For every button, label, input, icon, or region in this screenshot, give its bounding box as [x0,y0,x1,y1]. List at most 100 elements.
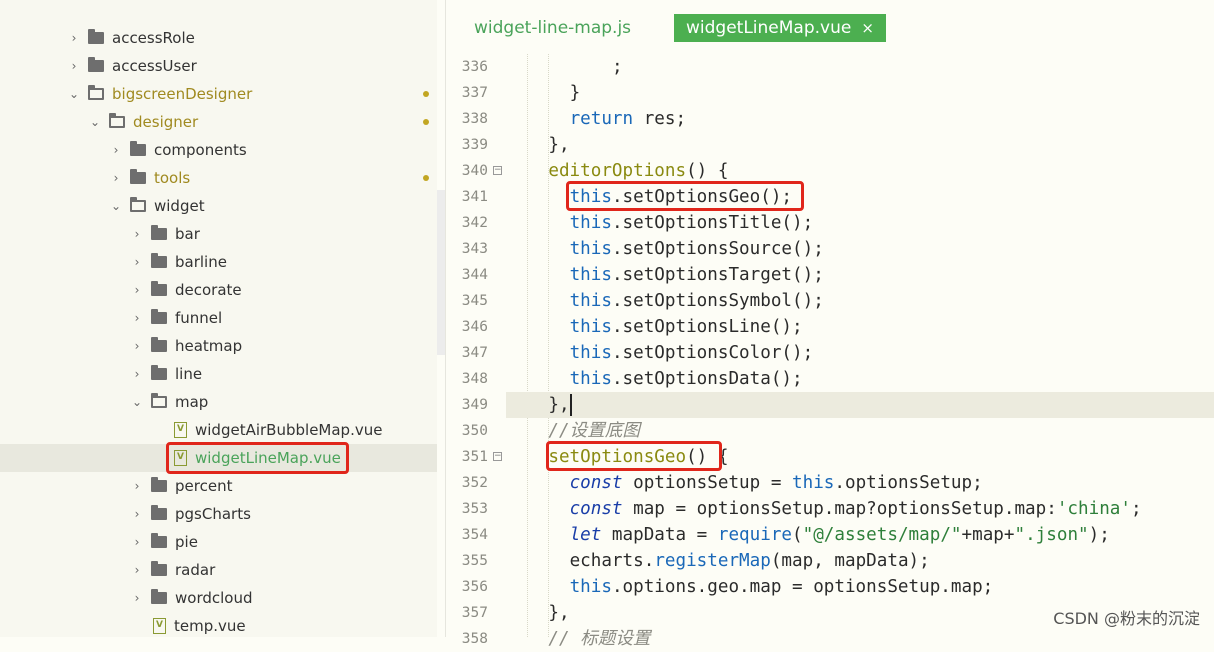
line-number: 346 [461,319,488,335]
line-number: 353 [461,501,488,517]
highlight-box [546,441,722,471]
tab-widgetlinemap-vue[interactable]: widgetLineMap.vue × [674,14,886,42]
tree-item-designer[interactable]: ⌄ designer [0,108,437,136]
tree-item-widget[interactable]: ⌄ widget [0,192,437,220]
code-line: this.setOptionsColor(); [569,343,814,363]
folder-icon [88,57,104,72]
line-number: 354 [461,527,488,543]
folder-icon [151,309,167,324]
chevron-right-icon[interactable]: › [131,591,143,605]
code-line: this.setOptionsSource(); [569,239,824,259]
code-line: // 标题设置 [548,629,651,649]
chevron-right-icon[interactable]: › [131,479,143,493]
text-cursor [569,394,572,416]
tree-item-components[interactable]: › components [0,136,437,164]
tree-item-widgetairbubblemap[interactable]: V widgetAirBubbleMap.vue [0,416,437,444]
chevron-right-icon[interactable]: › [110,171,122,185]
line-number: 347 [461,345,488,361]
folder-icon [130,141,146,156]
folder-icon [151,477,167,492]
sidebar-scrollbar[interactable] [437,190,445,355]
tab-label: widget-line-map.js [474,18,632,38]
chevron-right-icon[interactable]: › [131,283,143,297]
fold-icon[interactable]: − [493,166,502,175]
tree-item-heatmap[interactable]: › heatmap [0,332,437,360]
tree-item-line[interactable]: › line [0,360,437,388]
folder-icon [130,169,146,184]
highlight-box [566,181,804,211]
tree-item-accessrole[interactable]: › accessRole [0,24,437,52]
chevron-right-icon[interactable]: › [131,311,143,325]
tree-item-barline[interactable]: › barline [0,248,437,276]
tree-item-label: tools [154,169,191,187]
chevron-down-icon[interactable]: ⌄ [68,87,80,101]
tree-item-decorate[interactable]: › decorate [0,276,437,304]
folder-icon [151,337,167,352]
tree-item-map[interactable]: ⌄ map [0,388,437,416]
tree-item-temp[interactable]: V temp.vue [0,612,437,640]
tree-item-label: designer [133,113,199,131]
code-line: this.setOptionsData(); [569,369,803,389]
line-number: 358 [461,631,488,647]
code-line: return res; [569,109,687,129]
chevron-right-icon[interactable]: › [131,535,143,549]
chevron-right-icon[interactable]: › [131,563,143,577]
folder-open-icon [151,393,167,408]
line-number: 357 [461,605,488,621]
chevron-right-icon[interactable]: › [131,507,143,521]
tree-item-bar[interactable]: › bar [0,220,437,248]
chevron-right-icon[interactable]: › [131,255,143,269]
tree-item-label: pie [175,533,198,551]
modified-dot [423,175,429,181]
tree-item-wordcloud[interactable]: › wordcloud [0,584,437,612]
tree-item-label: map [175,393,209,411]
chevron-right-icon[interactable]: › [131,339,143,353]
editor-tabs: widget-line-map.js widgetLineMap.vue × [446,0,1214,54]
line-number: 349 [461,397,488,413]
current-code-line: }, [506,392,1214,418]
chevron-right-icon[interactable]: › [68,31,80,45]
code-editor[interactable]: ; } return res; }, editorOptions() { thi… [506,54,1214,649]
tree-item-label: accessUser [112,57,197,75]
tree-item-accessuser[interactable]: › accessUser [0,52,437,80]
line-number: 348 [461,371,488,387]
tree-item-percent[interactable]: › percent [0,472,437,500]
code-line: echarts.registerMap(map, mapData); [569,551,930,571]
line-number: 341 [461,189,488,205]
tree-item-label: heatmap [175,337,243,355]
tree-item-label: line [175,365,203,383]
chevron-right-icon[interactable]: › [110,143,122,157]
folder-open-icon [130,197,146,212]
chevron-right-icon[interactable]: › [68,59,80,73]
line-number: 336 [461,59,488,75]
line-number: 352 [461,475,488,491]
chevron-right-icon[interactable]: › [131,227,143,241]
fold-icon[interactable]: − [493,452,502,461]
code-line: let mapData = require("@/assets/map/"+ma… [569,525,1110,545]
tree-item-label: components [154,141,247,159]
code-line: this.setOptionsSymbol(); [569,291,824,311]
tree-item-tools[interactable]: › tools [0,164,437,192]
code-line: const map = optionsSetup.map?optionsSetu… [569,499,1142,519]
close-icon[interactable]: × [861,19,874,37]
line-number: 356 [461,579,488,595]
code-line: this.setOptionsLine(); [569,317,803,337]
chevron-down-icon[interactable]: ⌄ [89,115,101,129]
chevron-down-icon[interactable]: ⌄ [131,395,143,409]
folder-icon [151,225,167,240]
tree-item-funnel[interactable]: › funnel [0,304,437,332]
chevron-down-icon[interactable]: ⌄ [110,199,122,213]
code-line: const optionsSetup = this.optionsSetup; [569,473,983,493]
chevron-right-icon[interactable]: › [131,367,143,381]
line-number: 342 [461,215,488,231]
tree-item-label: radar [175,561,216,579]
tree-item-pie[interactable]: › pie [0,528,437,556]
code-line: } [569,83,581,103]
line-number: 340 [461,163,488,179]
tree-item-radar[interactable]: › radar [0,556,437,584]
tab-widget-line-map-js[interactable]: widget-line-map.js [474,14,631,42]
tree-item-pgscharts[interactable]: › pgsCharts [0,500,437,528]
tab-label: widgetLineMap.vue [686,18,852,38]
tree-item-label: accessRole [112,29,195,47]
tree-item-bigscreendesigner[interactable]: ⌄ bigscreenDesigner [0,80,437,108]
